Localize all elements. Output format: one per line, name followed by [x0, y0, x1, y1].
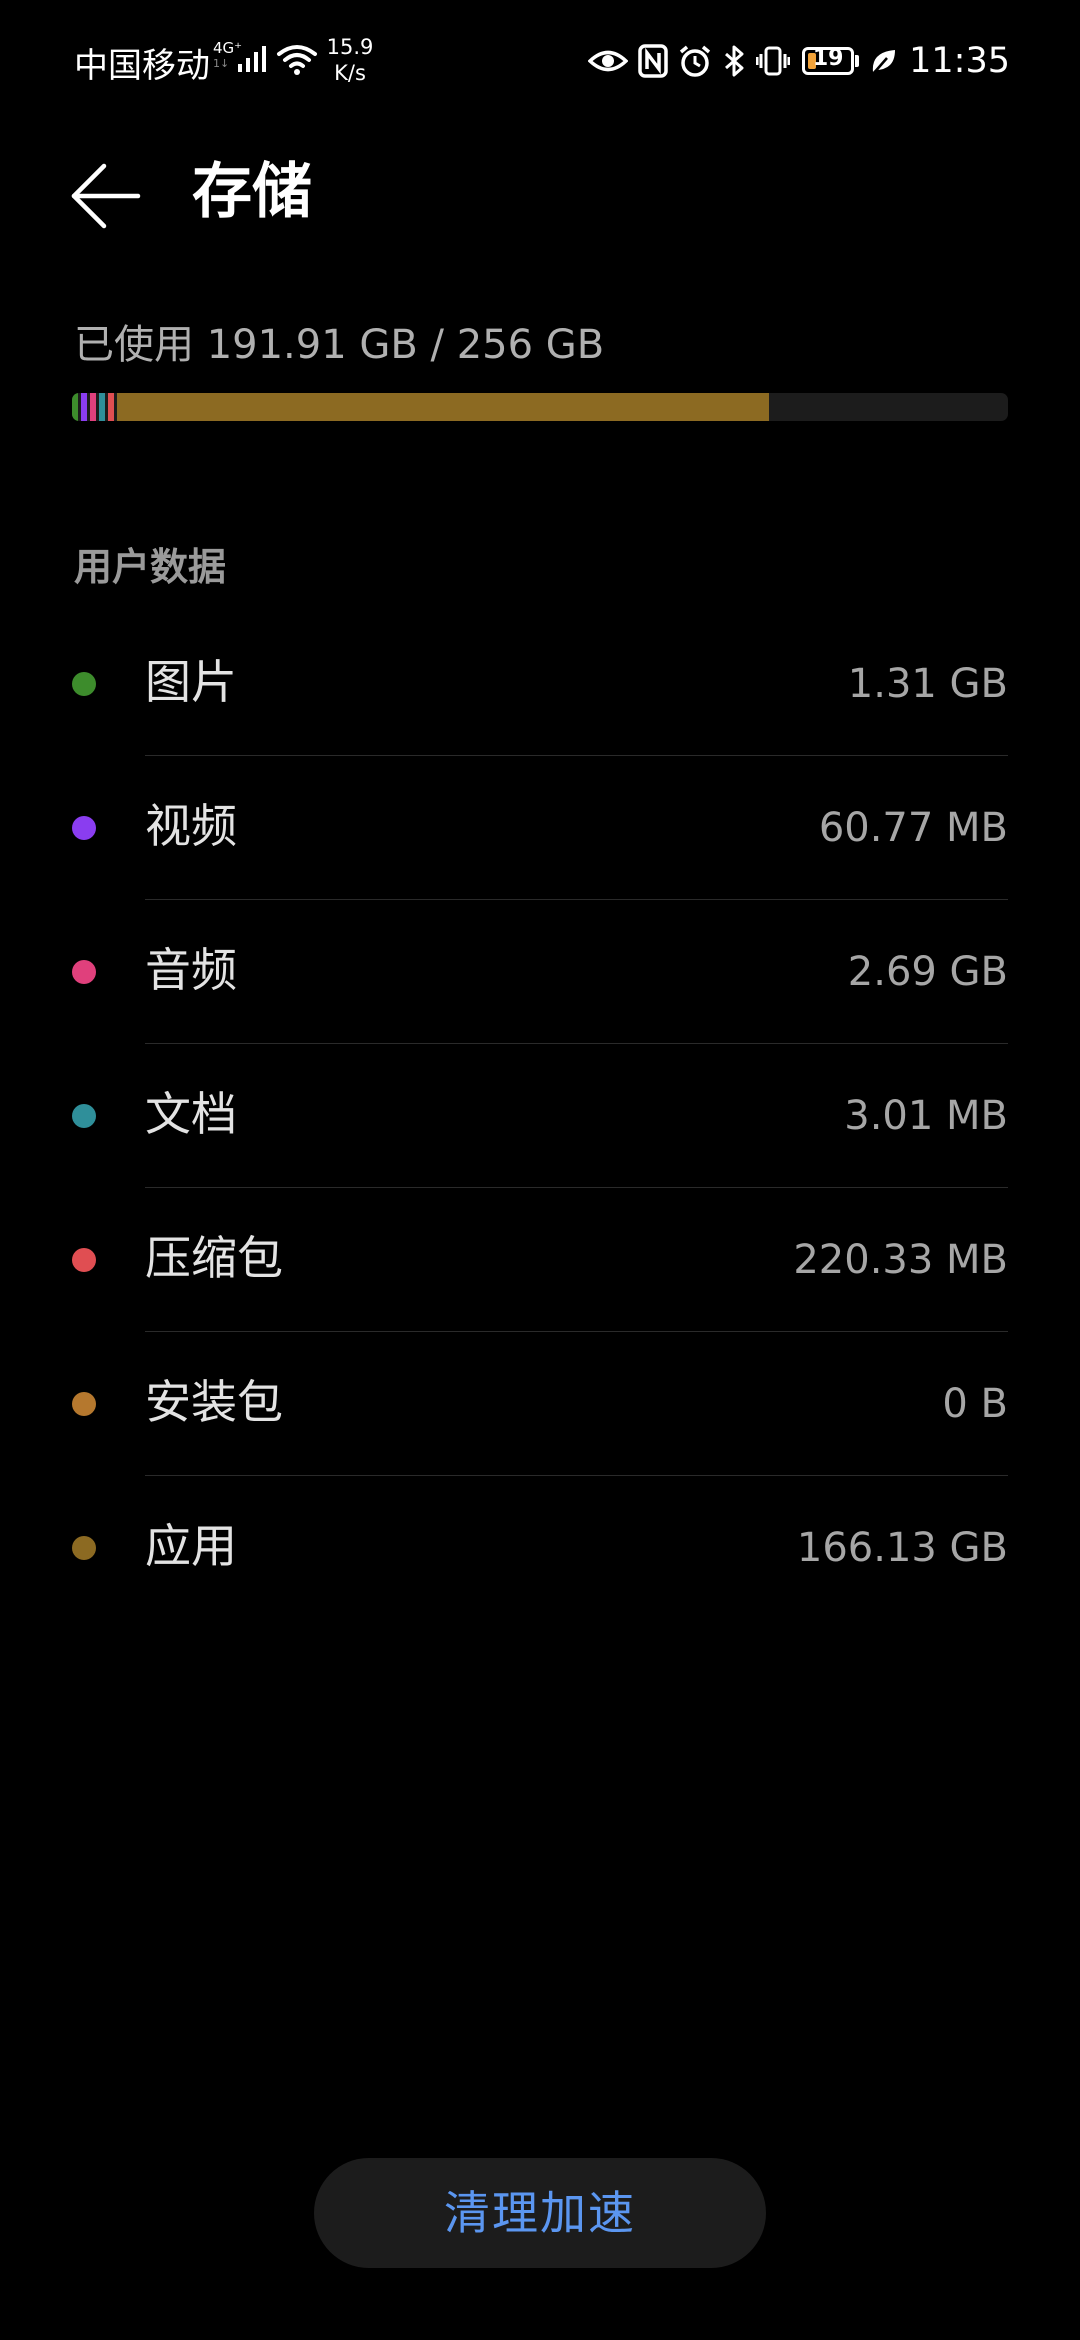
storage-usage-text: 已使用 191.91 GB / 256 GB	[74, 322, 605, 368]
category-color-dot	[72, 672, 96, 696]
storage-usage-bar	[72, 393, 1008, 421]
category-row-photos[interactable]: 图片 1.31 GB	[0, 612, 1080, 756]
category-size: 60.77 MB	[818, 805, 1008, 851]
category-color-dot	[72, 816, 96, 840]
usage-segment	[108, 393, 114, 421]
category-label: 安装包	[145, 1375, 283, 1429]
battery-icon: 19	[802, 46, 855, 75]
category-color-dot	[72, 960, 96, 984]
status-icons: 19 11:35	[578, 38, 1010, 84]
network-speed: 15.9 K/s	[322, 34, 378, 86]
nfc-icon	[638, 43, 668, 79]
category-label: 图片	[145, 655, 237, 709]
usage-segment	[81, 393, 87, 421]
eye-comfort-icon	[588, 43, 629, 79]
category-row-documents[interactable]: 文档 3.01 MB	[0, 1044, 1080, 1188]
usage-segment	[99, 393, 105, 421]
category-size: 3.01 MB	[844, 1093, 1008, 1139]
app-header: 存储	[0, 130, 1080, 250]
category-list: 图片 1.31 GB 视频 60.77 MB 音频 2.69 GB 文档 3.0…	[0, 612, 1080, 1620]
category-row-audio[interactable]: 音频 2.69 GB	[0, 900, 1080, 1044]
category-label: 音频	[145, 943, 237, 997]
category-label: 文档	[145, 1087, 237, 1141]
category-row-apps[interactable]: 应用 166.13 GB	[0, 1476, 1080, 1620]
battery-percent: 19	[812, 46, 844, 71]
status-bar: 中国移动 4G⁺ 1↓ 15.9 K/s 19 11:35	[0, 0, 1080, 120]
network-speed-unit: K/s	[334, 61, 366, 85]
category-color-dot	[72, 1248, 96, 1272]
wifi-icon	[277, 45, 317, 75]
category-color-dot	[72, 1536, 96, 1560]
section-title-user-data: 用户数据	[74, 545, 227, 589]
vibrate-icon	[756, 43, 791, 79]
category-label: 应用	[145, 1519, 237, 1573]
category-size: 0 B	[942, 1381, 1008, 1427]
category-row-videos[interactable]: 视频 60.77 MB	[0, 756, 1080, 900]
power-saving-leaf-icon	[869, 43, 897, 79]
category-size: 166.13 GB	[796, 1525, 1008, 1571]
usage-segment	[72, 393, 78, 421]
back-button[interactable]	[62, 150, 152, 240]
alarm-icon	[678, 43, 712, 79]
usage-segment	[90, 393, 96, 421]
category-label: 压缩包	[145, 1231, 283, 1285]
clock-time: 11:35	[909, 41, 1010, 81]
battery-tip	[855, 55, 860, 67]
arrow-left-icon	[71, 163, 141, 229]
bluetooth-icon	[722, 43, 746, 79]
category-size: 220.33 MB	[793, 1237, 1008, 1283]
category-row-installers[interactable]: 安装包 0 B	[0, 1332, 1080, 1476]
carrier-name: 中国移动	[74, 46, 210, 86]
category-row-archives[interactable]: 压缩包 220.33 MB	[0, 1188, 1080, 1332]
category-size: 2.69 GB	[847, 949, 1008, 995]
category-color-dot	[72, 1392, 96, 1416]
clean-speedup-button[interactable]: 清理加速	[314, 2158, 766, 2268]
usage-segment	[117, 393, 770, 421]
network-speed-value: 15.9	[326, 35, 374, 59]
category-size: 1.31 GB	[847, 661, 1008, 707]
page-title: 存储	[192, 157, 312, 227]
signal-strength-icon	[238, 46, 266, 72]
category-label: 视频	[145, 799, 237, 853]
category-color-dot	[72, 1104, 96, 1128]
